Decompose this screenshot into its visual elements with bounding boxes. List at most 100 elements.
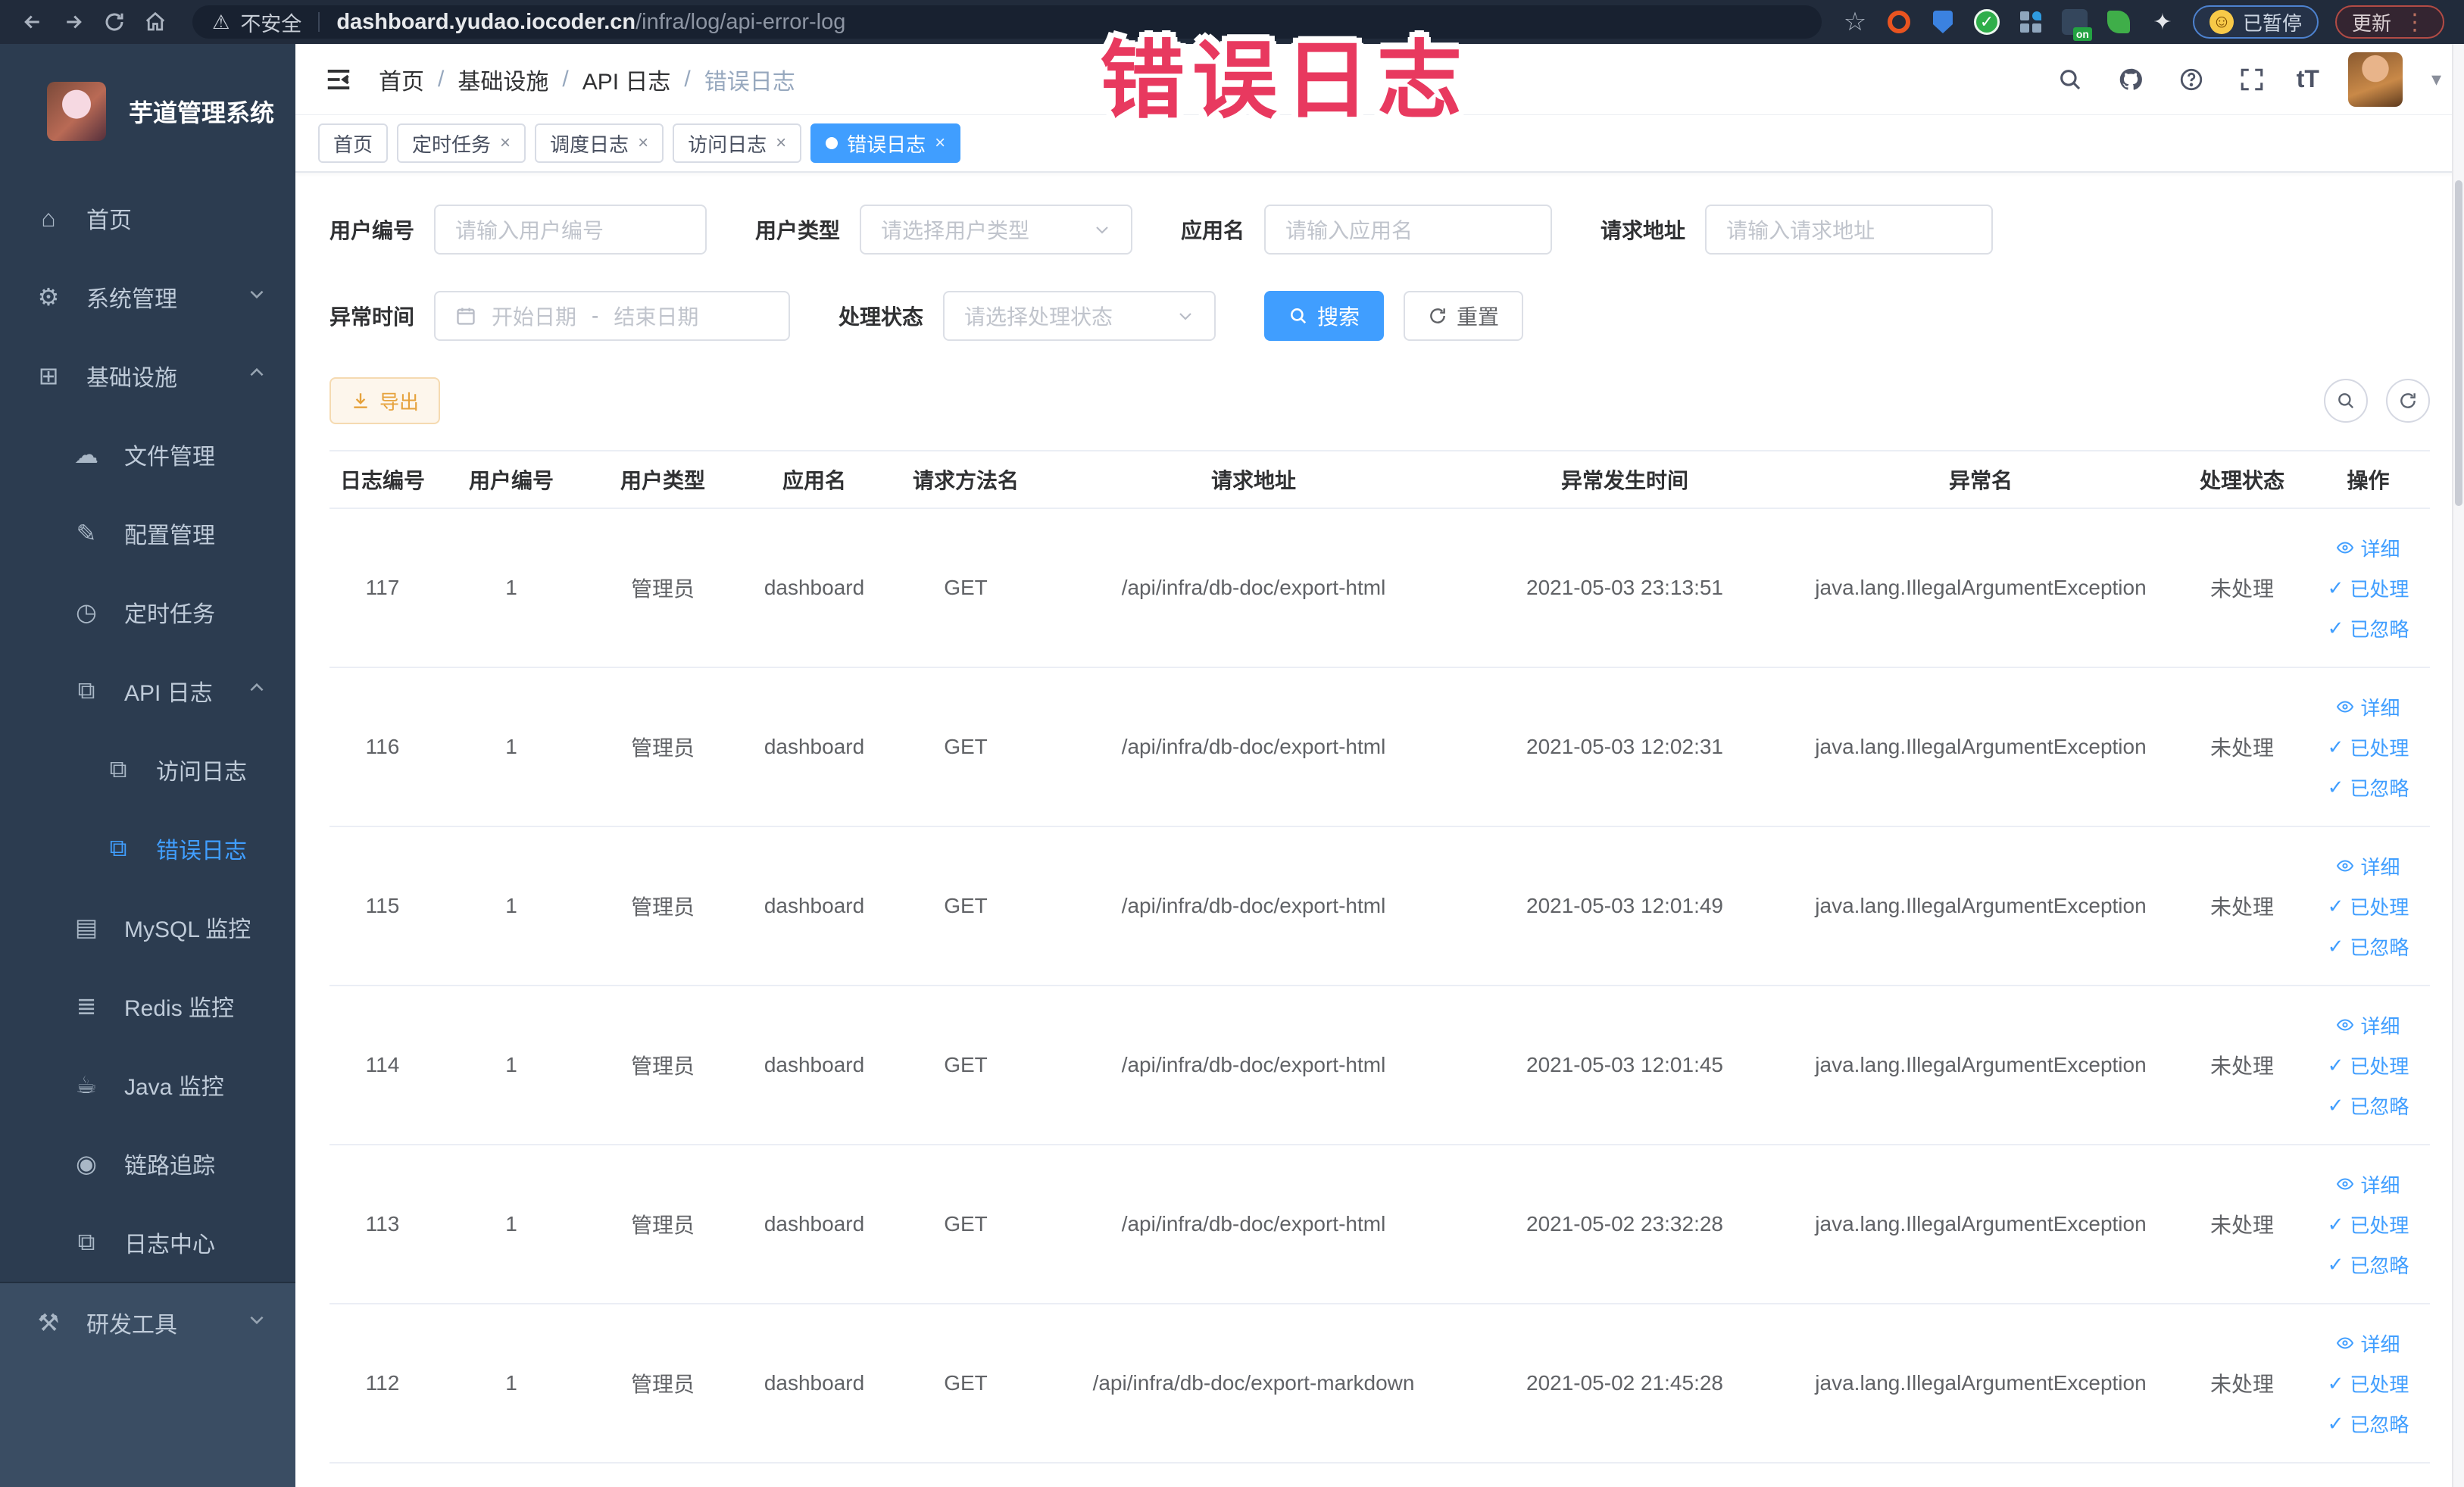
download-icon — [354, 393, 367, 408]
sidebar-item-home[interactable]: ⌂ 首页 — [0, 179, 295, 258]
sidebar-item-mysql-monitor[interactable]: ▤ MySQL 监控 — [0, 888, 295, 967]
cell-user-type: 管理员 — [630, 895, 695, 919]
page-scrollbar[interactable] — [2452, 44, 2464, 1487]
sidebar-item-system-manage[interactable]: ⚙ 系统管理 — [0, 258, 295, 336]
mark-processed-link[interactable]: ✓ 已处理 — [2328, 1051, 2409, 1079]
exception-time-range-picker[interactable]: 开始日期 - 结束日期 — [434, 291, 791, 341]
detail-link[interactable]: 详细 — [2336, 1170, 2400, 1198]
user-type-select[interactable]: 请选择用户类型 — [860, 205, 1133, 255]
sidebar-item-infrastructure[interactable]: ⊞ 基础设施 — [0, 336, 295, 415]
mark-ignored-link[interactable]: ✓ 已忽略 — [2328, 1251, 2409, 1279]
col-process-status: 处理状态 — [2199, 469, 2284, 492]
sidebar-item-file-manage[interactable]: ☁ 文件管理 — [0, 415, 295, 494]
refresh-table-button[interactable] — [2386, 379, 2430, 423]
user-avatar[interactable] — [2347, 52, 2403, 107]
chevron-down-icon — [247, 284, 267, 310]
extension-leaf-icon[interactable] — [2105, 8, 2132, 36]
github-icon[interactable] — [2115, 64, 2147, 95]
paused-extension-pill[interactable]: ☺ 已暂停 — [2192, 5, 2319, 39]
mark-processed-link[interactable]: ✓ 已处理 — [2328, 1370, 2409, 1398]
user-id-input[interactable]: 请输入用户编号 — [434, 205, 707, 255]
scrollbar-thumb[interactable] — [2455, 180, 2462, 506]
app-name-input[interactable]: 请输入应用名 — [1264, 205, 1553, 255]
close-icon[interactable]: × — [638, 133, 648, 154]
detail-link[interactable]: 详细 — [2336, 693, 2400, 721]
trace-icon: ◉ — [76, 1150, 97, 1177]
extension-shield-icon[interactable] — [1929, 8, 1957, 36]
redis-monitor-icon: ≣ — [76, 992, 97, 1020]
breadcrumb-item-infrastructure[interactable]: 基础设施 — [458, 63, 548, 96]
detail-link[interactable]: 详细 — [2336, 852, 2400, 880]
toggle-search-button[interactable] — [2324, 379, 2368, 423]
detail-link[interactable]: 详细 — [2336, 534, 2400, 562]
browser-reload-icon[interactable] — [97, 5, 132, 39]
fullscreen-icon[interactable] — [2236, 64, 2268, 95]
browser-update-button[interactable]: 更新 ⋮ — [2334, 5, 2444, 39]
close-icon[interactable]: × — [500, 133, 511, 154]
browser-back-icon[interactable] — [15, 5, 50, 39]
close-icon[interactable]: × — [935, 133, 945, 154]
sidebar-item-error-log[interactable]: ⧉ 错误日志 — [0, 809, 295, 888]
cell-exception-name: java.lang.IllegalArgumentException — [1815, 894, 2147, 917]
file-manage-icon: ☁ — [74, 441, 98, 468]
extension-orange-icon[interactable] — [1885, 8, 1913, 36]
sidebar-item-log-center[interactable]: ⧉ 日志中心 — [0, 1203, 295, 1282]
avatar-caret-down-icon[interactable]: ▾ — [2431, 67, 2441, 91]
browser-forward-icon[interactable] — [56, 5, 91, 39]
tab-home[interactable]: 首页 — [318, 123, 389, 163]
mark-ignored-link[interactable]: ✓ 已忽略 — [2328, 1092, 2409, 1120]
extensions-puzzle-icon[interactable]: ✦ — [2149, 8, 2176, 36]
sidebar-item-scheduled-job[interactable]: ◷ 定时任务 — [0, 573, 295, 651]
mark-ignored-link[interactable]: ✓ 已忽略 — [2328, 614, 2409, 642]
tab-dispatch-log[interactable]: 调度日志 × — [535, 123, 664, 163]
export-button[interactable]: 导出 — [329, 377, 441, 424]
sidebar-item-java-monitor[interactable]: ☕ Java 监控 — [0, 1045, 295, 1124]
tab-label: 调度日志 — [550, 133, 629, 156]
sidebar-collapse-icon[interactable] — [318, 59, 359, 100]
breadcrumb-item-home[interactable]: 首页 — [379, 63, 424, 96]
sidebar-item-access-log[interactable]: ⧉ 访问日志 — [0, 730, 295, 809]
browser-home-icon[interactable] — [138, 5, 173, 39]
close-icon[interactable]: × — [776, 133, 786, 154]
extension-green-check-icon[interactable]: ✓ — [1973, 8, 2000, 36]
sidebar-item-redis-monitor[interactable]: ≣ Redis 监控 — [0, 967, 295, 1045]
cell-exception-time: 2021-05-03 23:13:51 — [1526, 576, 1723, 599]
sidebar-item-label: 访问日志 — [156, 760, 247, 785]
mark-ignored-link[interactable]: ✓ 已忽略 — [2328, 932, 2409, 961]
reset-button[interactable]: 重置 — [1404, 291, 1524, 341]
table-row: 113 1 管理员 dashboard GET /api/infra/db-do… — [329, 1145, 2430, 1304]
app-logo-row[interactable]: 芋道管理系统 — [0, 44, 295, 179]
address-bar[interactable]: ⚠ 不安全 dashboard.yudao.iocoder.cn/infra/l… — [192, 5, 1822, 39]
tab-access-log[interactable]: 访问日志 × — [673, 123, 802, 163]
browser-menu-dots-icon[interactable]: ⋮ — [2403, 9, 2428, 36]
sidebar-item-devtools[interactable]: ⚒ 研发工具 — [0, 1283, 295, 1362]
not-secure-label[interactable]: 不安全 — [240, 8, 301, 37]
search-icon[interactable] — [2054, 64, 2086, 95]
detail-link[interactable]: 详细 — [2336, 1011, 2400, 1039]
tab-error-log[interactable]: 错误日志 × — [810, 123, 961, 163]
breadcrumb-item-api-log[interactable]: API 日志 — [582, 63, 671, 96]
search-button[interactable]: 搜索 — [1264, 291, 1385, 341]
sidebar-item-api-log[interactable]: ⧉ API 日志 — [0, 651, 295, 730]
font-size-icon[interactable]: tT — [2297, 65, 2319, 93]
api-log-icon: ⧉ — [77, 676, 95, 704]
mark-processed-link[interactable]: ✓ 已处理 — [2328, 1211, 2409, 1239]
mark-ignored-link[interactable]: ✓ 已忽略 — [2328, 1410, 2409, 1438]
extension-grid-icon[interactable] — [2017, 8, 2044, 36]
help-icon[interactable] — [2175, 64, 2207, 95]
tab-scheduled-job[interactable]: 定时任务 × — [397, 123, 526, 163]
mark-processed-link[interactable]: ✓ 已处理 — [2328, 733, 2409, 761]
request-url-input[interactable]: 请输入请求地址 — [1705, 205, 1994, 255]
sidebar-item-trace[interactable]: ◉ 链路追踪 — [0, 1124, 295, 1203]
mark-ignored-link[interactable]: ✓ 已忽略 — [2328, 773, 2409, 801]
page-url[interactable]: dashboard.yudao.iocoder.cn/infra/log/api… — [336, 10, 845, 35]
sidebar-item-config-manage[interactable]: ✎ 配置管理 — [0, 494, 295, 573]
extension-on-badge-icon[interactable]: on — [2061, 8, 2092, 41]
mark-processed-link[interactable]: ✓ 已处理 — [2328, 892, 2409, 920]
cell-exception-time: 2021-05-02 21:45:28 — [1526, 1371, 1723, 1395]
mark-processed-link[interactable]: ✓ 已处理 — [2328, 574, 2409, 602]
bookmark-star-icon[interactable]: ☆ — [1841, 8, 1869, 36]
mark-processed-label: 已处理 — [2350, 736, 2409, 760]
detail-link[interactable]: 详细 — [2336, 1329, 2400, 1357]
process-status-select[interactable]: 请选择处理状态 — [943, 291, 1216, 341]
